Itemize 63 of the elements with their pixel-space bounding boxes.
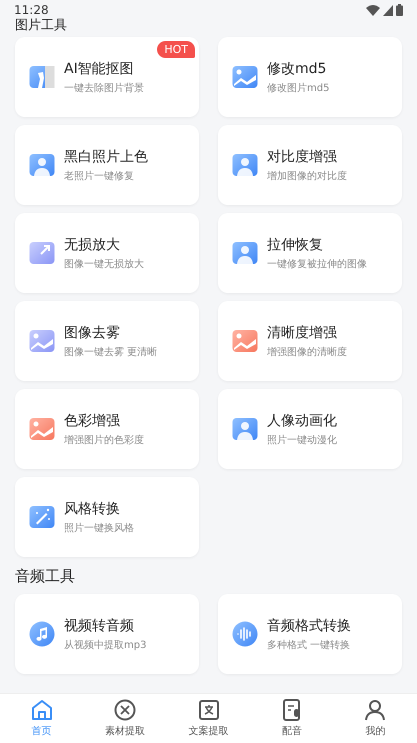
hot-badge: HOT xyxy=(157,41,195,58)
magic-wand-icon xyxy=(29,504,55,530)
nav-tab[interactable]: 我的 xyxy=(334,694,417,743)
tool-title: 黑白照片上色 xyxy=(64,148,148,166)
portrait-icon xyxy=(232,152,258,178)
section-title: 音频工具 xyxy=(15,567,75,586)
tool-subtitle: 增强图像的清晰度 xyxy=(267,346,347,358)
tool-card[interactable]: 音频格式转换 多种格式 一键转换 xyxy=(218,594,402,674)
signal-icon xyxy=(383,4,393,16)
tool-subtitle: 一键去除图片背景 xyxy=(64,82,144,94)
tool-subtitle: 图像一键去雾 更清晰 xyxy=(64,346,158,358)
tool-subtitle: 增强图片的色彩度 xyxy=(64,434,144,446)
tool-subtitle: 老照片一键修复 xyxy=(64,170,135,182)
section-title: 图片工具 xyxy=(15,18,67,34)
tool-card[interactable]: 对比度增强 增加图像的对比度 xyxy=(218,125,402,205)
nav-tab[interactable]: 素材提取 xyxy=(83,694,167,743)
tool-card[interactable]: AI智能抠图 一键去除图片背景 HOT xyxy=(15,37,199,117)
tool-subtitle: 照片一键动漫化 xyxy=(267,434,337,446)
tool-title: 无损放大 xyxy=(64,236,121,254)
enlarge-icon xyxy=(29,240,55,266)
tool-title: 人像动画化 xyxy=(267,412,337,430)
tool-title: 拉伸恢复 xyxy=(267,236,324,254)
tool-title: 音频格式转换 xyxy=(267,616,351,634)
tool-title: 清晰度增强 xyxy=(267,324,338,342)
tool-title: 色彩增强 xyxy=(64,412,121,430)
tool-subtitle: 图像一键无损放大 xyxy=(64,258,144,270)
microphone-document-icon xyxy=(280,699,303,721)
tool-card[interactable]: 清晰度增强 增强图像的清晰度 xyxy=(218,301,402,381)
tool-subtitle: 修改图片md5 xyxy=(267,82,330,94)
tool-card[interactable]: 黑白照片上色 老照片一键修复 xyxy=(15,125,199,205)
tool-title: 图像去雾 xyxy=(64,324,121,342)
tool-card[interactable]: 无损放大 图像一键无损放大 xyxy=(15,213,199,293)
tool-title: AI智能抠图 xyxy=(64,60,135,78)
tool-subtitle: 从视频中提取mp3 xyxy=(64,638,146,652)
nav-tab[interactable]: 文案提取 xyxy=(166,694,250,743)
nav-tab[interactable]: 配音 xyxy=(250,694,334,743)
battery-icon xyxy=(396,4,403,16)
music-note-icon xyxy=(29,621,55,647)
tool-subtitle: 多种格式 一键转换 xyxy=(267,638,351,652)
portrait-icon xyxy=(232,416,258,442)
portrait-icon xyxy=(232,240,258,266)
sound-wave-icon xyxy=(232,621,258,647)
tool-title: 修改md5 xyxy=(267,60,328,78)
tool-card[interactable]: 色彩增强 增强图片的色彩度 xyxy=(15,389,199,469)
text-document-icon xyxy=(198,699,220,721)
tool-card[interactable]: 拉伸恢复 一键修复被拉伸的图像 xyxy=(218,213,402,293)
tool-card[interactable]: 图像去雾 图像一键去雾 更清晰 xyxy=(15,301,199,381)
tool-title: 视频转音频 xyxy=(64,616,135,634)
tool-card[interactable]: 人像动画化 照片一键动漫化 xyxy=(218,389,402,469)
wifi-icon xyxy=(366,4,380,16)
status-time: 11:28 xyxy=(14,3,49,17)
tool-card[interactable]: 视频转音频 从视频中提取mp3 xyxy=(15,594,199,674)
tool-subtitle: 增加图像的对比度 xyxy=(267,170,347,182)
tool-subtitle: 一键修复被拉伸的图像 xyxy=(267,258,367,270)
tool-subtitle: 照片一键换风格 xyxy=(64,522,134,534)
portrait-icon xyxy=(29,152,55,178)
image-chart-icon xyxy=(232,64,258,90)
tool-card[interactable]: 风格转换 照片一键换风格 xyxy=(15,477,199,557)
tool-title: 风格转换 xyxy=(64,500,121,518)
tool-title: 对比度增强 xyxy=(267,148,338,166)
home-icon xyxy=(30,699,53,721)
user-icon xyxy=(364,699,386,721)
tool-card[interactable]: 修改md5 修改图片md5 xyxy=(218,37,402,117)
